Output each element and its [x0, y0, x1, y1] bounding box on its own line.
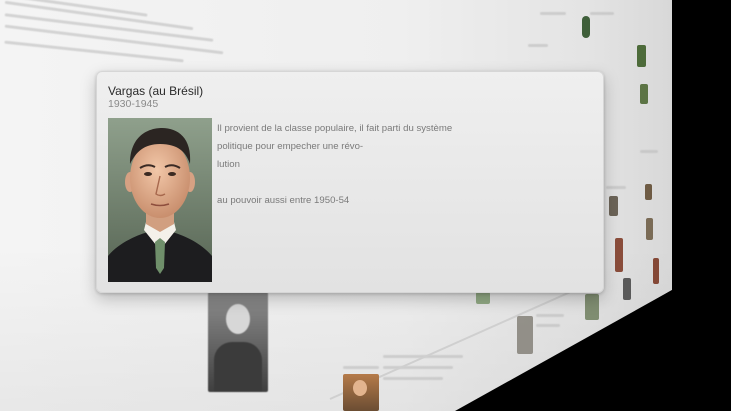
timeline-event-thumbnail[interactable] — [517, 316, 533, 354]
timeline-event-thumbnail[interactable] — [615, 238, 623, 272]
background-text-line — [343, 366, 379, 369]
event-description: Il provient de la classe populaire, il f… — [217, 120, 477, 210]
background-text-line — [383, 377, 443, 380]
timeline-event-thumbnail[interactable] — [645, 184, 652, 200]
timeline-event-thumbnail[interactable] — [623, 278, 631, 300]
event-date-range: 1930-1945 — [108, 98, 159, 110]
timeline-event-thumbnail[interactable] — [653, 258, 659, 284]
event-title: Vargas (au Brésil) — [108, 84, 204, 98]
background-text-line — [540, 12, 566, 15]
description-line: lution — [217, 159, 240, 170]
timeline-event-thumbnail[interactable] — [646, 218, 653, 240]
timeline-event-thumbnail[interactable] — [343, 374, 379, 411]
description-line: Il provient de la classe populaire, il f… — [217, 123, 453, 152]
description-line: au pouvoir aussi entre 1950-54 — [217, 195, 350, 206]
background-text-line — [536, 324, 560, 327]
background-text-line — [536, 314, 564, 317]
timeline-event-thumbnail[interactable] — [585, 294, 599, 320]
background-text-line — [640, 150, 658, 153]
timeline-event-thumbnail[interactable] — [637, 45, 646, 67]
timeline-event-thumbnail[interactable] — [609, 196, 618, 216]
background-text-line — [528, 44, 548, 47]
timeline-event-thumbnail[interactable] — [640, 84, 648, 104]
viewport-edge — [672, 0, 731, 411]
timeline-event-thumbnail[interactable] — [208, 292, 268, 392]
timeline-event-thumbnail[interactable] — [582, 16, 590, 38]
background-text-line — [606, 186, 626, 189]
person-portrait-icon — [108, 118, 212, 282]
timeline-event-thumbnail[interactable] — [476, 292, 490, 304]
background-text-line — [590, 12, 614, 15]
event-detail-popup[interactable]: Vargas (au Brésil) 1930-1945 Il provient… — [96, 71, 604, 293]
